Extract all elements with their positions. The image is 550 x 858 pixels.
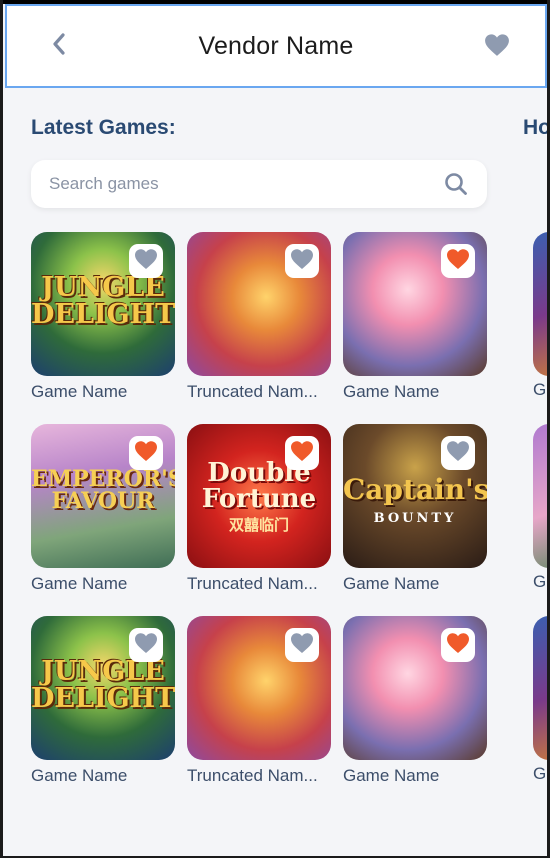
game-art-subtitle: 双囍临门 bbox=[228, 516, 289, 534]
game-thumbnail: Double Fortune 双囍临门 bbox=[187, 424, 331, 568]
favorite-toggle[interactable] bbox=[285, 244, 319, 278]
heart-icon bbox=[290, 248, 314, 275]
game-thumbnail: JUNGLE DELIGHT bbox=[31, 616, 175, 760]
header-bar: Vendor Name bbox=[5, 4, 547, 88]
search-input[interactable] bbox=[49, 174, 443, 194]
game-name: Truncated Nam... bbox=[187, 574, 318, 593]
game-name: Truncated Nam... bbox=[187, 382, 318, 401]
game-card[interactable]: Game Name bbox=[343, 616, 487, 786]
favorite-toggle[interactable] bbox=[285, 628, 319, 662]
favorite-toggle[interactable] bbox=[441, 628, 475, 662]
game-thumbnail bbox=[533, 424, 547, 568]
heart-icon bbox=[134, 440, 158, 467]
game-name: Truncated Nam... bbox=[187, 766, 318, 785]
edge-game-name: G bbox=[533, 764, 547, 783]
game-card[interactable]: Captain's BOUNTY Game Name bbox=[343, 424, 487, 594]
search-bar bbox=[31, 160, 487, 208]
game-art-subtitle: BOUNTY bbox=[373, 511, 457, 526]
game-thumbnail: Captain's BOUNTY bbox=[343, 424, 487, 568]
game-name: Game Name bbox=[31, 766, 128, 785]
favorite-toggle[interactable] bbox=[129, 244, 163, 278]
game-name: Game Name bbox=[343, 766, 440, 785]
game-art-title: EMPEROR'S FAVOUR bbox=[31, 466, 175, 514]
game-card[interactable]: JUNGLE DELIGHT Game Name bbox=[31, 232, 175, 402]
game-card[interactable]: Game Name bbox=[343, 232, 487, 402]
game-name: Game Name bbox=[343, 574, 440, 593]
heart-icon bbox=[290, 440, 314, 467]
game-art-title: JUNGLE DELIGHT bbox=[31, 656, 175, 714]
heart-icon bbox=[134, 248, 158, 275]
game-thumbnail bbox=[533, 232, 547, 376]
game-card[interactable]: EMPEROR'S FAVOUR Game Name bbox=[31, 424, 175, 594]
favorite-vendor-button[interactable] bbox=[483, 33, 511, 61]
back-button[interactable] bbox=[45, 32, 73, 60]
game-card[interactable]: Double Fortune 双囍临门 Truncated Nam... bbox=[187, 424, 331, 594]
heart-icon bbox=[446, 248, 470, 275]
game-name: Game Name bbox=[31, 382, 128, 401]
game-thumbnail bbox=[533, 616, 547, 760]
next-section-title: Ho bbox=[523, 116, 550, 139]
game-card[interactable]: JUNGLE DELIGHT Game Name bbox=[31, 616, 175, 786]
game-thumbnail: EMPEROR'S FAVOUR bbox=[31, 424, 175, 568]
game-thumbnail bbox=[343, 616, 487, 760]
game-thumbnail bbox=[187, 232, 331, 376]
game-name: Game Name bbox=[31, 574, 128, 593]
heart-icon bbox=[290, 632, 314, 659]
game-art-title: JUNGLE DELIGHT bbox=[31, 272, 175, 330]
search-icon[interactable] bbox=[443, 171, 469, 197]
heart-icon bbox=[134, 632, 158, 659]
game-art-title: Captain's bbox=[343, 473, 487, 506]
heart-icon bbox=[446, 632, 470, 659]
favorite-toggle[interactable] bbox=[129, 628, 163, 662]
game-thumbnail bbox=[343, 232, 487, 376]
next-section-card[interactable] bbox=[533, 232, 547, 376]
app-frame: Vendor Name Latest Games: Ho JUNGLE DELI… bbox=[0, 0, 550, 858]
favorite-toggle[interactable] bbox=[129, 436, 163, 470]
game-thumbnail: JUNGLE DELIGHT bbox=[31, 232, 175, 376]
heart-icon bbox=[446, 440, 470, 467]
game-name: Game Name bbox=[343, 382, 440, 401]
edge-game-name: G bbox=[533, 572, 547, 591]
page-title: Vendor Name bbox=[198, 31, 354, 60]
latest-games-title: Latest Games: bbox=[31, 116, 176, 139]
top-edge bbox=[3, 0, 547, 4]
game-card[interactable]: Truncated Nam... bbox=[187, 232, 331, 402]
game-card[interactable]: Truncated Nam... bbox=[187, 616, 331, 786]
game-thumbnail bbox=[187, 616, 331, 760]
edge-game-name: G bbox=[533, 380, 547, 399]
heart-icon bbox=[484, 33, 510, 62]
favorite-toggle[interactable] bbox=[285, 436, 319, 470]
chevron-left-icon bbox=[50, 32, 68, 61]
favorite-toggle[interactable] bbox=[441, 436, 475, 470]
next-section-card[interactable] bbox=[533, 424, 547, 568]
favorite-toggle[interactable] bbox=[441, 244, 475, 278]
next-section-card[interactable] bbox=[533, 616, 547, 760]
